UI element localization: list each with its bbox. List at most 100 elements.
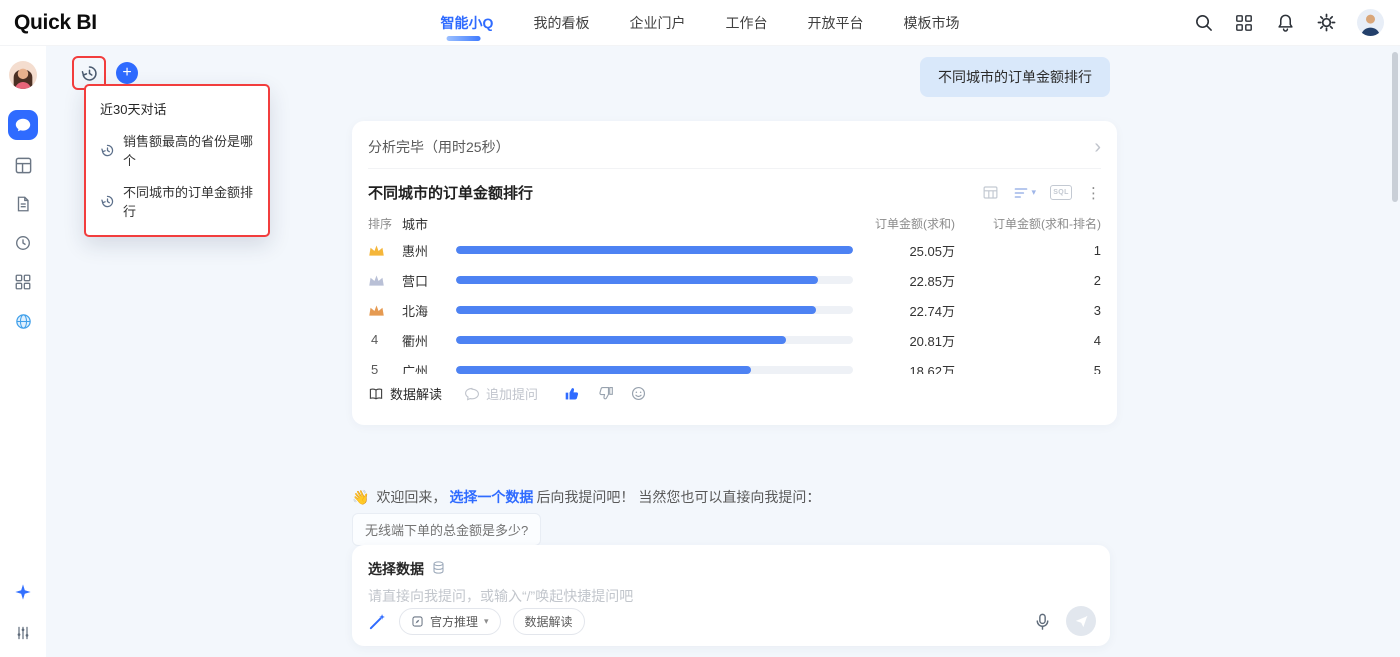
- nav-workbench[interactable]: 工作台: [725, 13, 767, 33]
- profile-avatar[interactable]: [9, 61, 37, 89]
- amount-cell: 20.81万: [909, 333, 955, 349]
- history-item[interactable]: 销售额最高的省份是哪个: [100, 131, 254, 169]
- table-view-icon[interactable]: [982, 184, 999, 201]
- history-icon[interactable]: [76, 60, 102, 86]
- column-header-city: 城市: [402, 216, 429, 232]
- rank-cell: [368, 304, 402, 317]
- answer-card: 分析完毕（用时25秒） › 不同城市的订单金额排行 ▾ SQL ⋮ 排序 城市 …: [352, 121, 1117, 425]
- data-interpret-label: 数据解读: [390, 387, 443, 402]
- official-reasoning-chip[interactable]: 官方推理 ▾: [399, 607, 501, 635]
- bar-track: [456, 276, 853, 284]
- rank-value-cell: 3: [1093, 302, 1101, 318]
- bar-cell: [454, 336, 859, 344]
- send-button[interactable]: [1066, 606, 1096, 636]
- city-cell: 营口: [402, 273, 429, 289]
- sidebar-item-dashboard[interactable]: [9, 151, 37, 179]
- page-scrollbar-thumb[interactable]: [1392, 52, 1398, 202]
- thumb-up-icon[interactable]: [564, 385, 581, 402]
- bar-cell: [454, 246, 859, 254]
- sidebar-item-schedule[interactable]: [9, 229, 37, 257]
- chevron-down-icon: ▾: [1031, 187, 1036, 197]
- bar-track: [456, 336, 853, 344]
- rank-cell: [368, 244, 402, 257]
- crown-gold-icon: [368, 244, 402, 257]
- sidebar-bottom-group: [9, 578, 37, 657]
- welcome-suffix: 后向我提问吧！ 当然您也可以直接向我提问：: [536, 489, 821, 505]
- equalizer-icon[interactable]: [9, 619, 37, 647]
- table-row: 5 广州 18.62万 5: [368, 355, 1101, 374]
- suggested-question-chip[interactable]: 无线端下单的总金额是多少?: [352, 513, 542, 546]
- user-message-bubble: 不同城市的订单金额排行: [920, 57, 1110, 97]
- rank-value-cell: 2: [1093, 272, 1101, 288]
- nav-enterprise-portal[interactable]: 企业门户: [629, 13, 685, 33]
- amount-cell: 18.62万: [909, 363, 955, 375]
- sidebar-item-report[interactable]: [9, 190, 37, 218]
- bar-track: [456, 246, 853, 254]
- sql-icon[interactable]: SQL: [1050, 185, 1072, 200]
- card-title-row: 不同城市的订单金额排行 ▾ SQL ⋮: [352, 169, 1117, 211]
- nav-smart-q[interactable]: 智能小Q: [441, 13, 493, 41]
- card-footer: 数据解读 追加提问: [352, 374, 1117, 403]
- table-header-row: 排序 城市 订单金额(求和) 订单金额(求和-排名): [368, 211, 1101, 235]
- bar: [456, 246, 853, 254]
- city-cell: 衢州: [402, 333, 429, 349]
- chart-type-icon[interactable]: ▾: [1013, 185, 1036, 201]
- history-popup-title: 近30天对话: [100, 102, 167, 117]
- analysis-status-text: 分析完毕（用时25秒）: [368, 138, 510, 155]
- bar-cell: [454, 306, 859, 314]
- chart-title: 不同城市的订单金额排行: [368, 185, 534, 202]
- dataset-icon: [431, 560, 446, 578]
- search-icon[interactable]: [1193, 13, 1213, 33]
- user-avatar[interactable]: [1357, 9, 1384, 36]
- history-icon: [100, 194, 115, 209]
- magic-wand-icon[interactable]: [368, 612, 387, 631]
- sparkle-icon[interactable]: [9, 578, 37, 606]
- sidebar-item-apps[interactable]: [9, 268, 37, 296]
- ranking-table: 排序 城市 订单金额(求和) 订单金额(求和-排名) 惠州 25.05万 1 营…: [352, 211, 1117, 374]
- gear-icon[interactable]: [1316, 13, 1336, 33]
- history-icon: [100, 143, 115, 158]
- composer-right-tools: [1033, 606, 1096, 636]
- bar-cell: [454, 276, 859, 284]
- feedback-icons: [564, 385, 647, 402]
- data-interpret-chip-label: 数据解读: [524, 614, 573, 629]
- follow-up-button[interactable]: 追加提问: [464, 384, 538, 403]
- globe-icon[interactable]: [9, 307, 37, 335]
- welcome-message: 👋 欢迎回来， 选择一个数据 后向我提问吧！ 当然您也可以直接向我提问：: [352, 487, 820, 507]
- composer-toolbar: 官方推理 ▾ 数据解读: [368, 606, 1096, 636]
- apps-grid-icon[interactable]: [1234, 13, 1254, 33]
- quickbi-logo: Quick BI: [14, 10, 97, 34]
- bar: [456, 366, 752, 374]
- question-input[interactable]: [368, 588, 1094, 604]
- analysis-status-row[interactable]: 分析完毕（用时25秒） ›: [368, 125, 1101, 169]
- sidebar-item-chat[interactable]: [8, 110, 38, 140]
- select-dataset-link[interactable]: 选择一个数据: [449, 487, 533, 507]
- select-data-button[interactable]: 选择数据: [368, 559, 1094, 579]
- chart-toolbar: ▾ SQL ⋮: [982, 184, 1101, 202]
- smiley-icon[interactable]: [630, 385, 647, 402]
- more-menu-icon[interactable]: ⋮: [1086, 184, 1101, 202]
- nav-open-platform[interactable]: 开放平台: [807, 13, 863, 33]
- microphone-icon[interactable]: [1033, 612, 1052, 631]
- history-item[interactable]: 不同城市的订单金额排行: [100, 182, 254, 220]
- data-interpret-button[interactable]: 数据解读: [368, 384, 442, 403]
- crown-bronze-icon: [368, 304, 402, 317]
- bar: [456, 276, 819, 284]
- city-cell: 广州: [402, 363, 429, 375]
- nav-my-dashboard[interactable]: 我的看板: [533, 13, 589, 33]
- select-data-label: 选择数据: [368, 561, 424, 577]
- rank-cell: 5: [368, 361, 402, 374]
- thumb-down-icon[interactable]: [597, 385, 614, 402]
- table-rows-viewport: 惠州 25.05万 1 营口 22.85万 2 北海 22.74万 3 4 衢州…: [368, 235, 1101, 374]
- rank-cell: [368, 274, 402, 287]
- nav-template-market[interactable]: 模板市场: [903, 13, 959, 33]
- new-conversation-button[interactable]: +: [116, 62, 138, 84]
- chevron-down-icon: ▾: [484, 615, 489, 626]
- data-interpret-chip[interactable]: 数据解读: [512, 607, 585, 635]
- history-item-label: 销售额最高的省份是哪个: [123, 134, 254, 168]
- left-sidebar: [0, 46, 46, 657]
- bar-track: [456, 366, 853, 374]
- amount-cell: 22.85万: [909, 273, 955, 289]
- amount-cell: 22.74万: [909, 303, 955, 319]
- bell-icon[interactable]: [1275, 13, 1295, 33]
